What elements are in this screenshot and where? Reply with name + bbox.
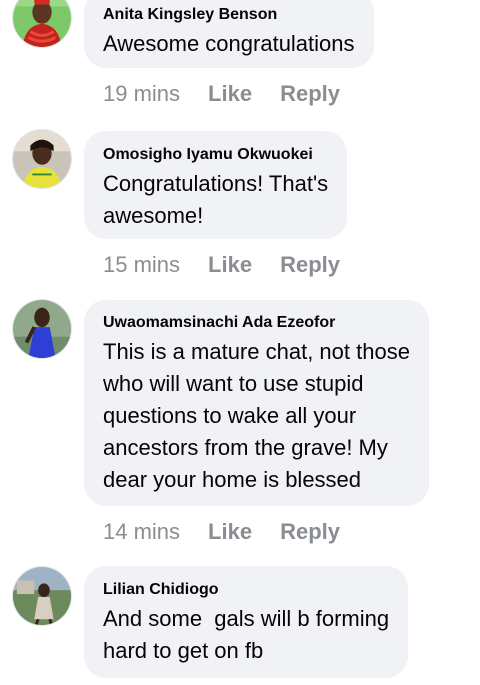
like-button[interactable]: Like [208,81,252,107]
reply-button[interactable]: Reply [280,81,340,107]
comment-text: questions to wake all your [103,403,357,428]
comment-bubble: Omosigho Iyamu Okwuokei Congratulations!… [84,131,348,239]
comment-text: Congratulations! That's [103,171,329,196]
avatar[interactable] [12,129,72,189]
like-button[interactable]: Like [208,519,252,545]
comment-text: This is a mature chat, not those [103,339,410,364]
comment-text: dear your home is blessed [103,467,362,492]
comment-meta: 15 mins Like Reply [103,252,340,278]
comment-bubble: Uwaomamsinachi Ada Ezeofor This is a mat… [84,300,429,506]
profile-photo-icon [13,0,71,47]
like-button[interactable]: Like [208,252,252,278]
comment-text: who will want to use stupid [103,371,364,396]
comment-author[interactable]: Uwaomamsinachi Ada Ezeofor [103,313,410,333]
reply-button[interactable]: Reply [280,519,340,545]
comment-text: And some gals will b forming [103,606,390,631]
comment-timestamp[interactable]: 14 mins [103,519,180,545]
avatar[interactable] [12,299,72,359]
comment-text: awesome! [103,203,204,228]
comment-text: Awesome congratulations [103,31,355,56]
comment-text: hard to get on fb [103,638,264,663]
comment-meta: 14 mins Like Reply [103,519,340,545]
avatar[interactable] [12,566,72,626]
profile-photo-icon [13,567,71,625]
comment-timestamp[interactable]: 15 mins [103,252,180,278]
comment-text: ancestors from the grave! My [103,435,388,460]
profile-photo-icon [13,300,71,358]
profile-photo-icon [13,130,71,188]
comment-author[interactable]: Anita Kingsley Benson [103,5,355,25]
comment-bubble: Anita Kingsley Benson Awesome congratula… [84,0,374,68]
comment-author[interactable]: Lilian Chidiogo [103,580,389,600]
comment-timestamp[interactable]: 19 mins [103,81,180,107]
comment-bubble: Lilian Chidiogo And some gals will b for… [84,566,409,678]
avatar[interactable] [12,0,72,48]
reply-button[interactable]: Reply [280,252,340,278]
comment-author[interactable]: Omosigho Iyamu Okwuokei [103,145,328,165]
comment-meta: 19 mins Like Reply [103,81,340,107]
